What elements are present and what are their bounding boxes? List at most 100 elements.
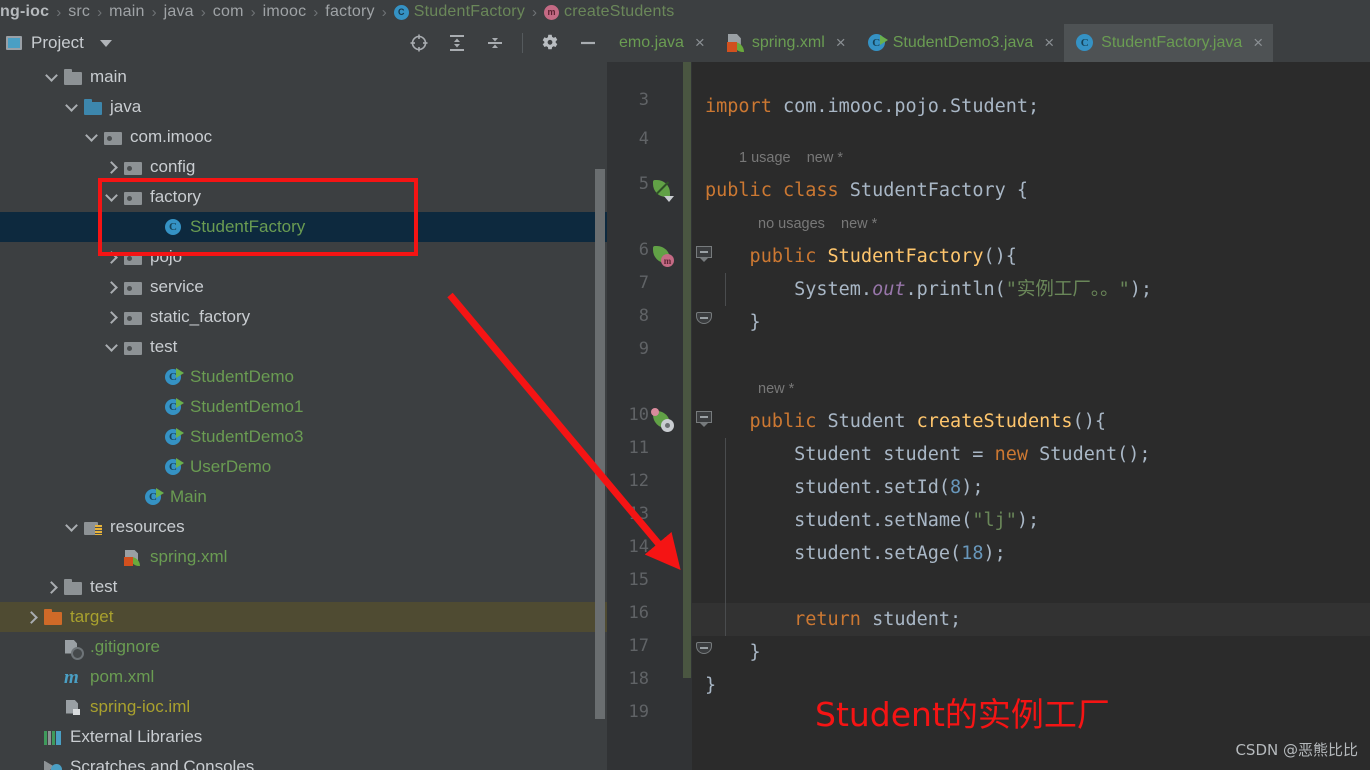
code-line[interactable]: } [692,306,1370,339]
breadcrumb-item[interactable]: java [164,3,194,21]
breadcrumb-item[interactable]: main [109,3,144,21]
tree-item-target[interactable]: target [0,602,607,632]
chevron-down-icon[interactable] [66,521,79,534]
breadcrumb-item[interactable]: factory [325,3,374,21]
code-line[interactable] [692,129,1370,162]
editor-gutter[interactable]: 3 4 5 6 7 8 9 10 11 12 13 14 15 16 17 18 19 m [607,62,692,770]
code-line[interactable]: student.setId(8); [692,471,1370,504]
line-number: 16 [628,603,649,623]
tree-item-label: config [150,157,196,176]
editor-tab-emo-java[interactable]: emo.java × [607,24,715,62]
code-line[interactable]: student.setName("lj"); [692,504,1370,537]
tree-item-com-imooc[interactable]: com.imooc [0,122,607,152]
chevron-down-icon[interactable] [66,101,79,114]
tree-item-studentfactory[interactable]: StudentFactory [0,212,607,242]
code-token: student; [872,609,962,630]
collapse-all-icon[interactable] [484,32,506,54]
select-opened-file-icon[interactable] [408,32,430,54]
code-line[interactable]: public Student createStudents(){ [692,405,1370,438]
tree-item-external-libraries[interactable]: External Libraries [0,722,607,752]
code-line[interactable]: import com.imooc.pojo.Student; [692,90,1370,123]
breadcrumb-item[interactable]: imooc [263,3,307,21]
chevron-down-icon[interactable] [86,131,99,144]
code-fold-end-icon[interactable] [696,642,712,658]
tree-item-spring-ioc-iml[interactable]: spring-ioc.iml [0,692,607,722]
code-fold-end-icon[interactable] [696,312,712,328]
close-icon[interactable]: × [1044,33,1054,53]
chevron-down-icon[interactable] [106,341,119,354]
chevron-right-icon[interactable] [106,161,119,174]
code-line[interactable]: public class StudentFactory { [692,174,1370,207]
hide-panel-icon[interactable] [577,32,599,54]
tree-item-resources[interactable]: resources [0,512,607,542]
chevron-right-icon[interactable] [46,581,59,594]
breadcrumb-item[interactable]: src [68,3,90,21]
tree-item-main[interactable]: Main [0,482,607,512]
breadcrumb-item[interactable]: ng-ioc [0,3,49,21]
tree-item-java[interactable]: java [0,92,607,122]
chevron-down-icon[interactable] [106,191,119,204]
tree-item-test[interactable]: test [0,332,607,362]
tree-item-spring-xml[interactable]: spring.xml [0,542,607,572]
tree-item-factory[interactable]: factory [0,182,607,212]
breadcrumb-item[interactable]: m createStudents [544,3,674,21]
code-line[interactable]: } [692,636,1370,669]
code-editor[interactable]: 3 4 5 6 7 8 9 10 11 12 13 14 15 16 17 18 19 m 1 usage new… [607,62,1370,770]
tree-item-static-factory[interactable]: static_factory [0,302,607,332]
tree-item-main[interactable]: main [0,62,607,92]
tree-item-studentdemo3[interactable]: StudentDemo3 [0,422,607,452]
tree-item-studentdemo[interactable]: StudentDemo [0,362,607,392]
breadcrumb-item[interactable]: C StudentFactory [393,3,525,21]
tree-item-pojo[interactable]: pojo [0,242,607,272]
spring-bean-method-icon[interactable]: m [652,245,674,267]
code-line[interactable]: public StudentFactory(){ [692,240,1370,273]
close-icon[interactable]: × [695,33,705,53]
code-line[interactable]: student.setAge(18); [692,537,1370,570]
code-token: return [794,609,873,630]
chevron-down-icon[interactable] [99,39,112,47]
code-line[interactable] [692,570,1370,603]
chevron-right-icon[interactable] [106,251,119,264]
code-line[interactable] [692,339,1370,372]
project-tree[interactable]: main java com.imooc config factory StudentFac… [0,62,607,770]
chevron-right-icon[interactable] [106,311,119,324]
spring-bean-config-icon[interactable] [651,408,674,432]
chevron-right-icon[interactable] [106,281,119,294]
inlay-hint[interactable]: new * [692,373,1370,406]
editor-tab-studentdemo3-java[interactable]: StudentDemo3.java × [856,24,1064,62]
spring-bean-icon[interactable] [652,179,674,202]
code-content[interactable]: 1 usage new * no usages new * new * import … [692,62,1370,770]
line-number: 4 [638,129,649,149]
editor-tab-studentfactory-java[interactable]: StudentFactory.java × [1064,24,1274,62]
chevron-right-icon[interactable] [26,611,39,624]
code-token: System. [705,279,873,300]
close-icon[interactable]: × [1253,33,1263,53]
vcs-changed-lines-stripe [683,62,691,678]
tree-item-service[interactable]: service [0,272,607,302]
chevron-down-icon[interactable] [46,71,59,84]
tree-item--gitignore[interactable]: .gitignore [0,632,607,662]
tree-scrollbar[interactable] [595,169,605,719]
tree-item-studentdemo1[interactable]: StudentDemo1 [0,392,607,422]
settings-gear-icon[interactable] [539,32,561,54]
code-line[interactable]: System.out.println("实例工厂。。"); [692,273,1370,306]
expand-all-icon[interactable] [446,32,468,54]
editor-tab-spring-xml[interactable]: spring.xml × [715,24,856,62]
project-title-group[interactable]: Project [0,33,112,53]
code-line[interactable]: return student; [692,603,1370,636]
tree-item-scratches-and-consoles[interactable]: Scratches and Consoles [0,752,607,770]
code-line[interactable]: Student student = new Student(); [692,438,1370,471]
pkg-icon [124,189,143,206]
breadcrumb-item[interactable]: com [213,3,244,21]
tree-item-pom-xml[interactable]: pom.xml [0,662,607,692]
inlay-hint[interactable]: no usages new * [692,208,1370,241]
code-fold-collapse-icon[interactable] [696,411,712,427]
code-fold-collapse-icon[interactable] [696,246,712,262]
tree-item-test[interactable]: test [0,572,607,602]
mvn-icon [64,667,83,689]
tree-item-config[interactable]: config [0,152,607,182]
tree-item-userdemo[interactable]: UserDemo [0,452,607,482]
close-icon[interactable]: × [836,33,846,53]
